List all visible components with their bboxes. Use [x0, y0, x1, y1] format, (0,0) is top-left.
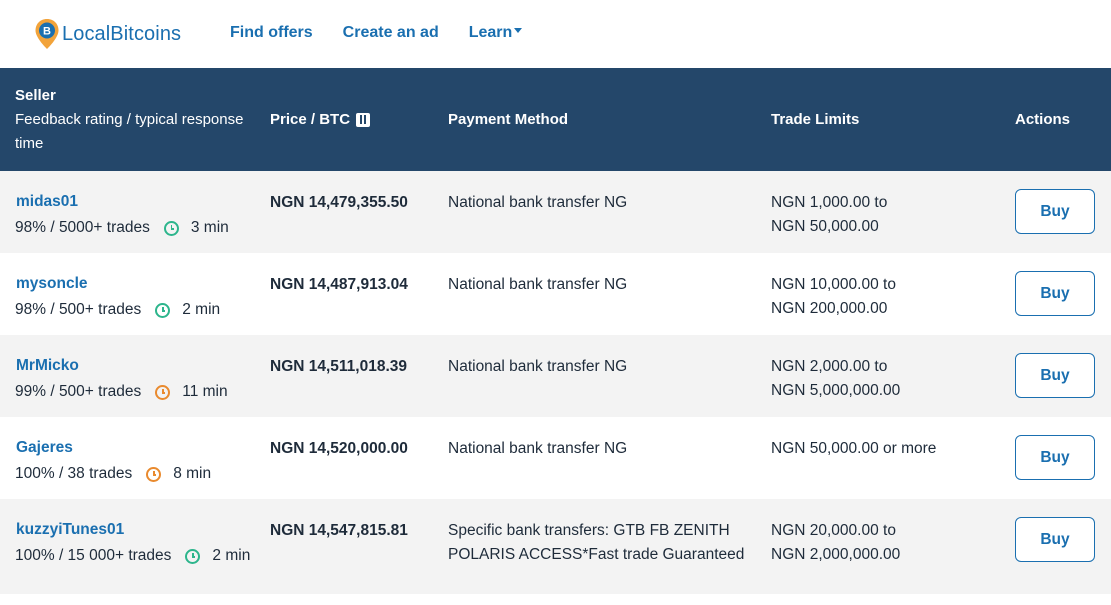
feedback-stats: 100% / 15 000+ trades — [15, 547, 172, 564]
price-cell: NGN 14,520,000.00 — [270, 440, 408, 457]
response-time: 8 min — [173, 465, 212, 482]
trade-limits-cell: NGN 2,000.00 to NGN 5,000,000.00 — [756, 335, 1000, 417]
seller-name-link[interactable]: MrMicko — [16, 355, 255, 377]
table-row: kuzzyiTunes01 100% / 15 000+ trades 2 min N… — [0, 499, 1111, 594]
trade-limit-line: NGN 50,000.00 — [771, 218, 879, 235]
col-price-label: Price / BTC — [270, 111, 351, 128]
nav-learn-label: Learn — [468, 24, 513, 41]
seller-name-link[interactable]: mysoncle — [16, 273, 255, 295]
seller-stats: 99% / 500+ trades 11 min — [15, 380, 255, 404]
clock-icon — [155, 302, 171, 318]
price-cell: NGN 14,547,815.81 — [270, 522, 408, 539]
col-limits-header: Trade Limits — [771, 111, 860, 128]
clock-icon — [146, 466, 162, 482]
trade-limit-line: NGN 5,000,000.00 — [771, 382, 901, 399]
response-time: 3 min — [190, 219, 229, 236]
seller-stats: 98% / 5000+ trades 3 min — [15, 216, 255, 240]
buy-button[interactable]: Buy — [1015, 353, 1095, 398]
top-navigation-bar: B LocalBitcoins Find offers Create an ad… — [0, 0, 1111, 68]
trade-limits-cell: NGN 10,000.00 to NGN 200,000.00 — [756, 253, 1000, 335]
payment-method-cell: Specific bank transfers: GTB FB ZENITH P… — [448, 522, 745, 563]
payment-method-cell: National bank transfer NG — [448, 276, 628, 293]
col-seller-header: Seller Feedback rating / typical respons… — [0, 68, 255, 171]
response-time: 2 min — [212, 547, 251, 564]
trade-limit-line: NGN 2,000.00 to — [771, 358, 888, 375]
table-row: MrMicko 99% / 500+ trades 11 min NGN 14,511… — [0, 335, 1111, 417]
buy-button[interactable]: Buy — [1015, 517, 1095, 562]
trade-limit-line: NGN 2,000,000.00 — [771, 546, 901, 563]
nav-learn[interactable]: Learn — [469, 24, 523, 42]
trade-limits-cell: NGN 50,000.00 or more — [756, 417, 1000, 499]
table-row: mysoncle 98% / 500+ trades 2 min NGN 14,487… — [0, 253, 1111, 335]
col-seller-label: Seller — [15, 86, 56, 104]
feedback-stats: 100% / 38 trades — [15, 465, 133, 482]
bitcoin-pin-icon: B — [34, 18, 60, 50]
svg-text:B: B — [43, 26, 51, 38]
seller-cell: kuzzyiTunes01 100% / 15 000+ trades 2 min — [0, 499, 255, 594]
actions-cell: Buy — [1000, 253, 1111, 335]
seller-stats: 100% / 38 trades 8 min — [15, 462, 255, 486]
buy-button[interactable]: Buy — [1015, 271, 1095, 316]
response-time: 2 min — [182, 301, 221, 318]
buy-button[interactable]: Buy — [1015, 189, 1095, 234]
payment-method-cell: National bank transfer NG — [448, 194, 628, 211]
trade-limit-line: NGN 50,000.00 or more — [771, 440, 937, 457]
actions-cell: Buy — [1000, 335, 1111, 417]
price-cell: NGN 14,487,913.04 — [270, 276, 408, 293]
offers-table: Seller Feedback rating / typical respons… — [0, 68, 1111, 594]
sort-icon[interactable] — [356, 112, 371, 127]
col-payment-header: Payment Method — [448, 111, 569, 128]
nav-find-offers[interactable]: Find offers — [230, 24, 313, 42]
main-nav: Find offers Create an ad Learn — [230, 24, 523, 42]
table-header-row: Seller Feedback rating / typical respons… — [0, 68, 1111, 171]
trade-limits-cell: NGN 1,000.00 to NGN 50,000.00 — [756, 171, 1000, 253]
feedback-stats: 98% / 5000+ trades — [15, 219, 150, 236]
buy-button[interactable]: Buy — [1015, 435, 1095, 480]
trade-limits-cell: NGN 20,000.00 to NGN 2,000,000.00 — [756, 499, 1000, 594]
nav-create-ad[interactable]: Create an ad — [343, 24, 439, 42]
clock-icon — [163, 220, 179, 236]
seller-cell: midas01 98% / 5000+ trades 3 min — [0, 171, 255, 253]
actions-cell: Buy — [1000, 417, 1111, 499]
payment-method-cell: National bank transfer NG — [448, 440, 628, 457]
trade-limit-line: NGN 1,000.00 to — [771, 194, 888, 211]
trade-limit-line: NGN 20,000.00 to — [771, 522, 896, 539]
logo-text: LocalBitcoins — [62, 22, 182, 45]
seller-stats: 98% / 500+ trades 2 min — [15, 298, 255, 322]
trade-limit-line: NGN 200,000.00 — [771, 300, 888, 317]
clock-icon — [155, 384, 171, 400]
actions-cell: Buy — [1000, 499, 1111, 594]
feedback-stats: 98% / 500+ trades — [15, 301, 142, 318]
seller-name-link[interactable]: Gajeres — [16, 437, 255, 459]
trade-limit-line: NGN 10,000.00 to — [771, 276, 896, 293]
clock-icon — [185, 548, 201, 564]
seller-cell: MrMicko 99% / 500+ trades 11 min — [0, 335, 255, 417]
seller-cell: Gajeres 100% / 38 trades 8 min — [0, 417, 255, 499]
response-time: 11 min — [182, 383, 228, 400]
actions-cell: Buy — [1000, 171, 1111, 253]
seller-stats: 100% / 15 000+ trades 2 min — [15, 544, 255, 568]
col-price-header: Price / BTC — [255, 68, 433, 171]
seller-name-link[interactable]: kuzzyiTunes01 — [16, 519, 255, 541]
col-seller-sublabel: Feedback rating / typical response time — [15, 110, 244, 152]
logo[interactable]: B LocalBitcoins — [34, 18, 181, 50]
price-cell: NGN 14,479,355.50 — [270, 194, 408, 211]
seller-cell: mysoncle 98% / 500+ trades 2 min — [0, 253, 255, 335]
table-row: Gajeres 100% / 38 trades 8 min NGN 14,520,0… — [0, 417, 1111, 499]
feedback-stats: 99% / 500+ trades — [15, 383, 142, 400]
table-row: midas01 98% / 5000+ trades 3 min NGN 14,479… — [0, 171, 1111, 253]
seller-name-link[interactable]: midas01 — [16, 191, 255, 213]
col-actions-header: Actions — [1015, 111, 1071, 128]
payment-method-cell: National bank transfer NG — [448, 358, 628, 375]
price-cell: NGN 14,511,018.39 — [270, 358, 408, 375]
caret-down-icon — [514, 27, 523, 33]
